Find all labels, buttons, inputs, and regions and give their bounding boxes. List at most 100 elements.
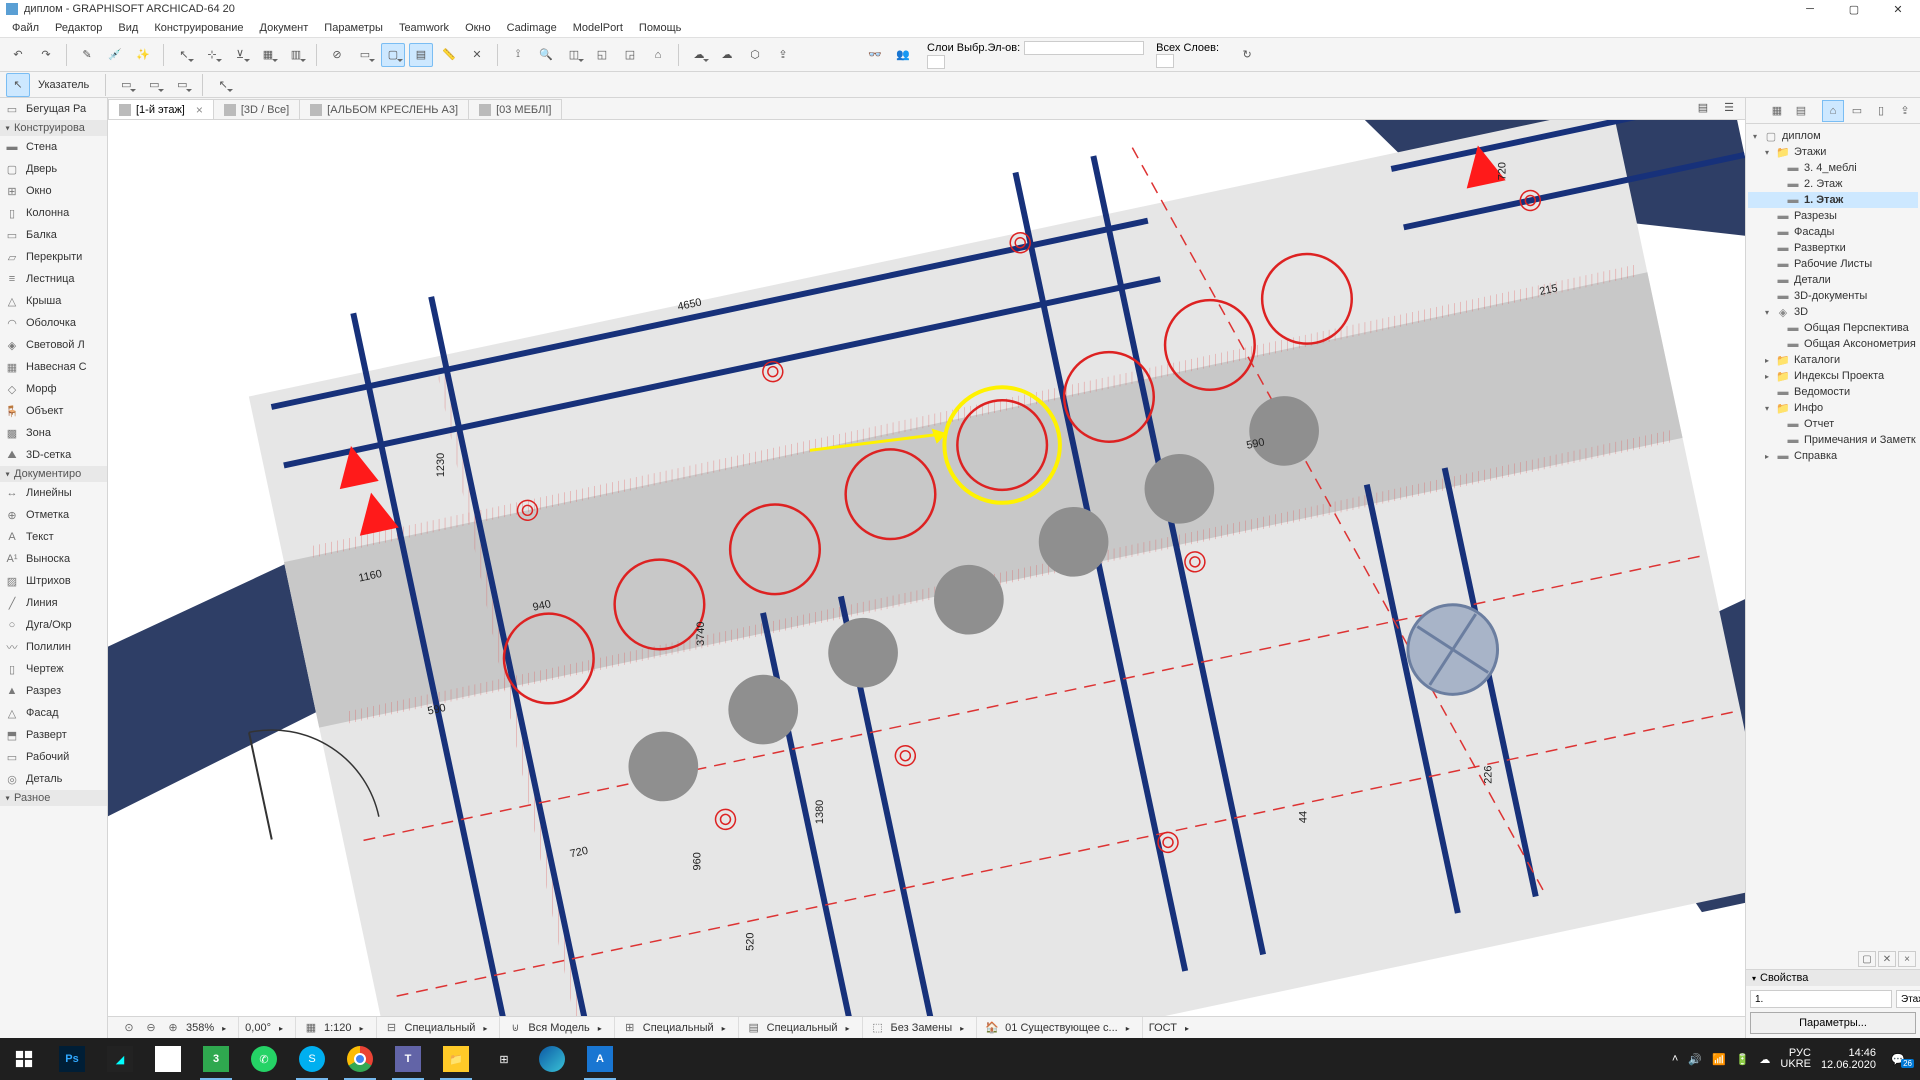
selection-rect-button[interactable]: ▭ <box>353 43 377 67</box>
filter-button[interactable]: ↖ <box>211 73 235 97</box>
menu-view[interactable]: Вид <box>110 20 146 36</box>
layer-sel-input[interactable] <box>1024 41 1144 55</box>
tray-notifications[interactable]: 💬26 <box>1886 1053 1910 1066</box>
tab-close-icon[interactable]: × <box>196 103 203 117</box>
home-button[interactable]: ⌂ <box>646 43 670 67</box>
share-button[interactable]: ⇪ <box>771 43 795 67</box>
tray-clock[interactable]: 14:4612.06.2020 <box>1821 1047 1876 1071</box>
grid-button[interactable]: ▦ <box>256 43 280 67</box>
menu-design[interactable]: Конструирование <box>146 20 251 36</box>
teamwork-button[interactable]: 👥 <box>891 43 915 67</box>
measure-button[interactable]: ⟟ <box>506 43 530 67</box>
status-special2[interactable]: Специальный <box>643 1022 714 1034</box>
tray-language[interactable]: РУСUKRE <box>1780 1048 1811 1070</box>
arc-tool[interactable]: ○Дуга/Окр <box>0 614 107 636</box>
tray-volume-icon[interactable]: 🔊 <box>1688 1053 1702 1066</box>
tray-battery-icon[interactable]: 🔋 <box>1736 1053 1750 1066</box>
view-button[interactable]: ◫ <box>562 43 586 67</box>
render-button[interactable]: ☁ <box>687 43 711 67</box>
tab-album[interactable]: [АЛЬБОМ КРЕСЛЕНЬ А3] <box>299 99 469 119</box>
nav-del-button[interactable]: ✕ <box>1878 951 1896 967</box>
redo-button[interactable]: ↷ <box>34 43 58 67</box>
menu-modelport[interactable]: ModelPort <box>565 20 631 36</box>
beam-tool[interactable]: ▭Балка <box>0 224 107 246</box>
nav-mode-2[interactable]: ▤ <box>1790 100 1812 122</box>
elevation-tool[interactable]: △Фасад <box>0 702 107 724</box>
zone-tool[interactable]: ▩Зона <box>0 422 107 444</box>
pick-button[interactable]: ✎ <box>75 43 99 67</box>
cloud2-button[interactable]: ⬡ <box>743 43 767 67</box>
grid-snap-button[interactable]: ▥ <box>284 43 308 67</box>
syringe-button[interactable]: 💉 <box>103 43 127 67</box>
section-tool[interactable]: ▲Разрез <box>0 680 107 702</box>
menu-document[interactable]: Документ <box>252 20 317 36</box>
level-tool[interactable]: ⊕Отметка <box>0 504 107 526</box>
status-model[interactable]: Вся Модель <box>528 1022 589 1034</box>
refresh-button[interactable]: ↻ <box>1235 43 1259 67</box>
marquee-tool[interactable]: ▭Бегущая Ра <box>0 98 107 120</box>
worksheet-tool[interactable]: ▭Рабочий <box>0 746 107 768</box>
magic-wand-button[interactable]: ✨ <box>131 43 155 67</box>
tray-onedrive-icon[interactable]: ☁ <box>1759 1053 1770 1066</box>
tab-furniture[interactable]: [03 МЕБЛІ] <box>468 99 562 119</box>
layer-sel-dropdown[interactable] <box>927 55 945 69</box>
object-tool[interactable]: 🪑Объект <box>0 400 107 422</box>
tray-wifi-icon[interactable]: 📶 <box>1712 1053 1726 1066</box>
find-button[interactable]: 🔍 <box>534 43 558 67</box>
cursor-mode-button[interactable]: ↖ <box>172 43 196 67</box>
pointer-tool-button[interactable]: ↖ <box>6 73 30 97</box>
polyline-tool[interactable]: 〰Полилин <box>0 636 107 658</box>
taskbar-photoshop[interactable]: Ps <box>48 1038 96 1080</box>
morph-tool[interactable]: ◇Морф <box>0 378 107 400</box>
menu-window[interactable]: Окно <box>457 20 499 36</box>
interior-tool[interactable]: ⬒Разверт <box>0 724 107 746</box>
cloud-button[interactable]: ☁ <box>715 43 739 67</box>
maximize-button[interactable]: ▢ <box>1832 0 1876 18</box>
previous-button[interactable]: ◱ <box>590 43 614 67</box>
toolbox-construct-head[interactable]: Конструирова <box>0 120 107 136</box>
column-tool[interactable]: ▯Колонна <box>0 202 107 224</box>
params-button[interactable]: Параметры... <box>1750 1012 1916 1034</box>
shell-tool[interactable]: ◠Оболочка <box>0 312 107 334</box>
selection-mode-button[interactable]: ▢ <box>381 43 405 67</box>
detail-tool[interactable]: ◎Деталь <box>0 768 107 790</box>
nav-tab-project[interactable]: ⌂ <box>1822 100 1844 122</box>
slab-tool[interactable]: ▱Перекрыти <box>0 246 107 268</box>
quickselect-2[interactable]: ▭ <box>142 73 166 97</box>
nav-tab-layouts[interactable]: ▯ <box>1870 100 1892 122</box>
tray-more-icon[interactable]: ˄ <box>1672 1053 1678 1065</box>
glasses-button[interactable]: 👓 <box>863 43 887 67</box>
nav-tab-publisher[interactable]: ⇪ <box>1894 100 1916 122</box>
drawing-tool[interactable]: ▯Чертеж <box>0 658 107 680</box>
status-special1[interactable]: Специальный <box>405 1022 476 1034</box>
prop-name-input[interactable] <box>1896 990 1920 1008</box>
menu-cadimage[interactable]: Cadimage <box>499 20 565 36</box>
trace-button[interactable]: ▤ <box>409 43 433 67</box>
next-button[interactable]: ◲ <box>618 43 642 67</box>
props-header[interactable]: Свойства <box>1746 970 1920 986</box>
close-button[interactable]: ✕ <box>1876 0 1920 18</box>
navigator-tree[interactable]: ▾▢диплом ▾📁Этажи ▬3. 4_меблі ▬2. Этаж ▬1… <box>1746 124 1920 949</box>
taskbar-edge[interactable] <box>528 1038 576 1080</box>
angle-value[interactable]: 0,00° <box>245 1022 271 1034</box>
menu-file[interactable]: Файл <box>4 20 47 36</box>
snap2-button[interactable]: ⊻ <box>228 43 252 67</box>
dimension-tool[interactable]: ↔Линейны <box>0 482 107 504</box>
mesh-tool[interactable]: ⛰3D-сетка <box>0 444 107 466</box>
suspend-button[interactable]: ⊘ <box>325 43 349 67</box>
ruler-button[interactable]: 📏 <box>437 43 461 67</box>
stair-tool[interactable]: ≡Лестница <box>0 268 107 290</box>
snap-button[interactable]: ⊹ <box>200 43 224 67</box>
nav-close-button[interactable]: × <box>1898 951 1916 967</box>
skylight-tool[interactable]: ◈Световой Л <box>0 334 107 356</box>
menu-options[interactable]: Параметры <box>316 20 391 36</box>
door-tool[interactable]: ▢Дверь <box>0 158 107 180</box>
drawing-canvas[interactable]: 4650 1230 1160 940 590 590 3740 720 720 … <box>108 120 1745 1016</box>
status-standard[interactable]: ГОСТ <box>1149 1022 1177 1034</box>
zoom-reset-button[interactable]: ⊙ <box>120 1019 138 1037</box>
zoom-in-button[interactable]: ⊕ <box>164 1019 182 1037</box>
taskbar-teams[interactable]: T <box>384 1038 432 1080</box>
tab-dropdown-button[interactable]: ☰ <box>1717 95 1741 119</box>
prop-number-input[interactable] <box>1750 990 1892 1008</box>
taskbar-app-acer[interactable]: ◢ <box>96 1038 144 1080</box>
